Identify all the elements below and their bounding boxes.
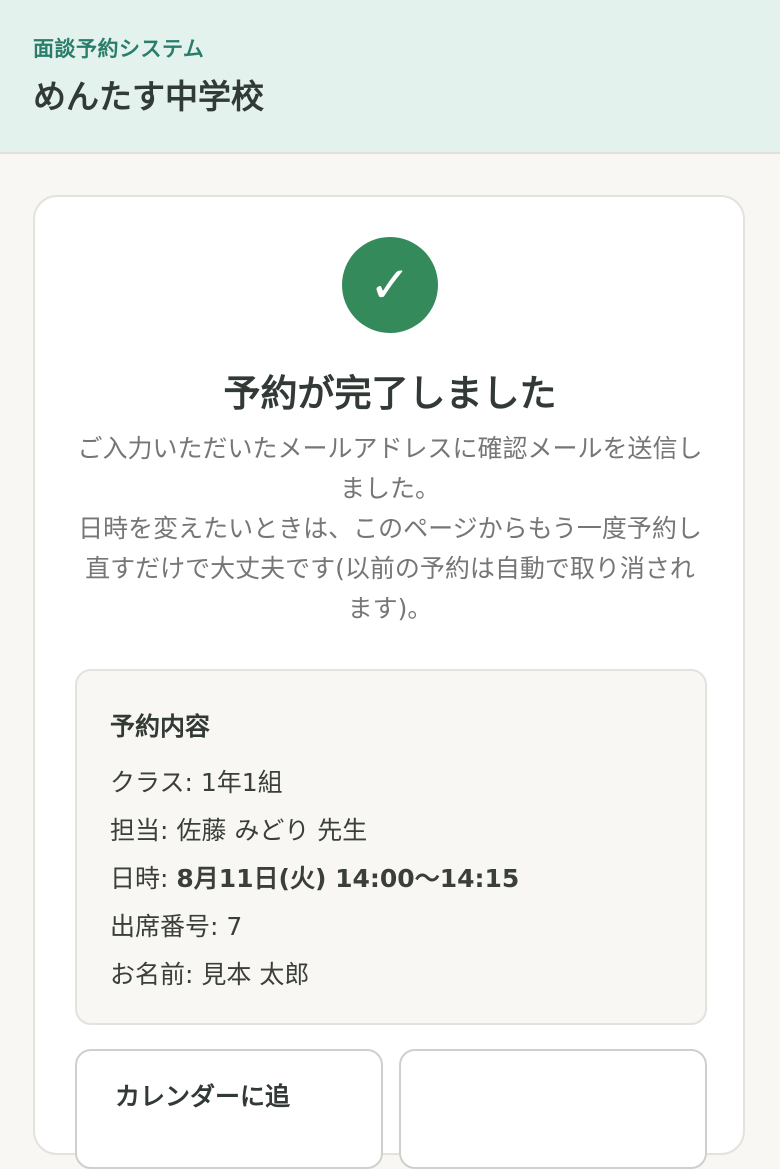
class-label: クラス: bbox=[110, 768, 201, 797]
completion-title: 予約が完了しました bbox=[223, 372, 557, 415]
datetime-label: 日時: bbox=[110, 864, 177, 893]
completion-card: ✓ 予約が完了しました ご入力いただいたメールアドレスに確認メールを送信しました… bbox=[33, 195, 745, 1169]
summary-teacher-row: 担当: 佐藤 みどり 先生 bbox=[110, 811, 367, 847]
summary-title: 予約内容 bbox=[110, 712, 211, 741]
reservation-summary: 予約内容 クラス: 1年1組 担当: 佐藤 みどり 先生 日時: 8月11日(火… bbox=[75, 669, 707, 1025]
summary-name-row: お名前: 見本 太郎 bbox=[110, 955, 309, 991]
secondary-action-button[interactable] bbox=[399, 1049, 707, 1169]
add-to-calendar-button[interactable]: カレンダーに追 bbox=[75, 1049, 383, 1169]
message-email-sent: ご入力いただいたメールアドレスに確認メールを送信しました。 bbox=[77, 434, 703, 503]
page-header: 面談予約システム めんたす中学校 bbox=[0, 0, 780, 154]
class-value: 1年1組 bbox=[200, 768, 283, 797]
seat-label: 出席番号: bbox=[110, 912, 227, 941]
datetime-value: 8月11日(火) 14:00〜14:15 bbox=[176, 864, 520, 893]
message-rebook-note: 日時を変えたいときは、このページからもう一度予約し直すだけで大丈夫です(以前の予… bbox=[78, 514, 702, 623]
teacher-label: 担当: bbox=[110, 816, 177, 845]
summary-seat-row: 出席番号: 7 bbox=[110, 907, 242, 943]
name-label: お名前: bbox=[110, 960, 202, 989]
summary-datetime-row: 日時: 8月11日(火) 14:00〜14:15 bbox=[110, 859, 519, 895]
teacher-value: 佐藤 みどり 先生 bbox=[176, 816, 368, 845]
school-name: めんたす中学校 bbox=[33, 77, 264, 116]
completion-message: ご入力いただいたメールアドレスに確認メールを送信しました。 日時を変えたいときは… bbox=[75, 429, 705, 629]
seat-value: 7 bbox=[226, 912, 243, 941]
name-value: 見本 太郎 bbox=[201, 960, 310, 989]
summary-class-row: クラス: 1年1組 bbox=[110, 763, 283, 799]
check-icon: ✓ bbox=[342, 237, 438, 333]
system-name: 面談予約システム bbox=[33, 37, 205, 61]
